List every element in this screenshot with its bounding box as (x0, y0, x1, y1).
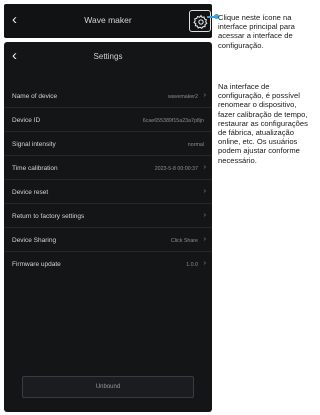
row-value: wavemaker2 (167, 94, 198, 100)
row-value: Click Share (170, 238, 198, 244)
main-title: Wave maker (84, 15, 132, 25)
row-label: Name of device (12, 93, 58, 100)
settings-button[interactable] (189, 10, 211, 32)
chevron-right-icon: › (203, 236, 206, 243)
settings-screen: ‹ Settings Name of device wavemaker2 › D… (4, 42, 212, 412)
row-label: Device Sharing (12, 237, 57, 244)
row-label: Return to factory settings (12, 213, 85, 220)
row-device-id: Device ID 6cae655389f15a23a7p8jn (4, 110, 212, 132)
row-signal-intensity: Signal intensity normal (4, 134, 212, 156)
row-label: Device ID (12, 117, 41, 124)
row-firmware-update[interactable]: Firmware update 1.0.0 › (4, 254, 212, 276)
row-name-of-device[interactable]: Name of device wavemaker2 › (4, 86, 212, 108)
row-label: Signal intensity (12, 141, 56, 148)
row-value: 2023-5-8 00:00:37 (154, 166, 198, 172)
row-factory-settings[interactable]: Return to factory settings › (4, 206, 212, 228)
row-value: normal (187, 142, 204, 148)
row-device-sharing[interactable]: Device Sharing Click Share › (4, 230, 212, 252)
row-label: Time calibration (12, 165, 58, 172)
row-device-reset[interactable]: Device reset › (4, 182, 212, 204)
row-label: Device reset (12, 189, 49, 196)
row-value: 1.0.0 (186, 262, 198, 268)
row-value: 6cae655389f15a23a7p8jn (142, 118, 204, 124)
settings-title: Settings (93, 52, 123, 61)
annotation-text-2: Na interface de configuração, é possível… (218, 82, 308, 165)
row-time-calibration[interactable]: Time calibration 2023-5-8 00:00:37 › (4, 158, 212, 180)
unbound-button[interactable]: Unbound (22, 376, 194, 398)
chevron-right-icon: › (203, 188, 206, 195)
chevron-right-icon: › (203, 212, 206, 219)
chevron-right-icon: › (203, 164, 206, 171)
row-label: Firmware update (12, 261, 61, 268)
chevron-right-icon: › (203, 92, 206, 99)
settings-header: ‹ Settings (4, 42, 212, 72)
chevron-right-icon: › (203, 260, 206, 267)
main-interface-header: ‹ Wave maker (4, 4, 212, 38)
annotation-text-1: Clique neste ícone na interface principa… (218, 13, 295, 50)
